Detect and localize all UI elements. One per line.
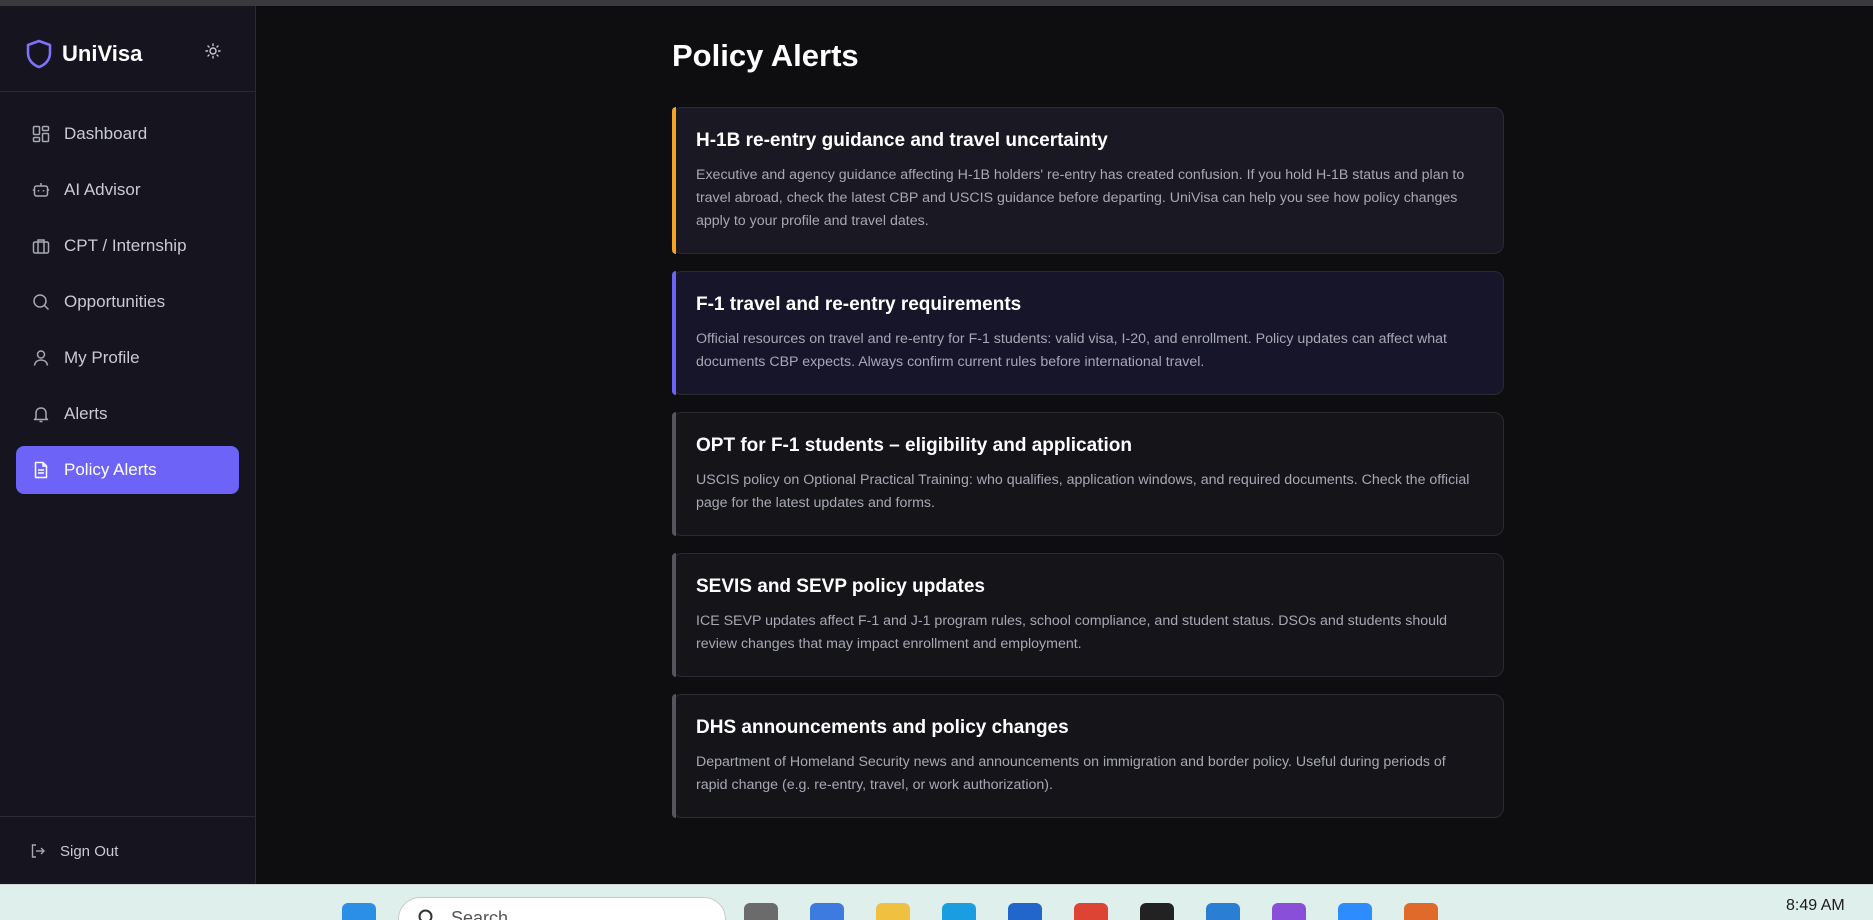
alert-body: Executive and agency guidance affecting … bbox=[696, 167, 1465, 229]
file-explorer-icon[interactable] bbox=[876, 903, 910, 920]
alert-title: F-1 travel and re-entry requirements bbox=[696, 294, 1022, 315]
notepad-icon[interactable] bbox=[1206, 903, 1240, 920]
sidebar-item-label: Opportunities bbox=[64, 292, 166, 311]
bell-icon bbox=[31, 404, 51, 424]
sidebar-item-label: AI Advisor bbox=[64, 180, 141, 199]
sidebar-item-label: Alerts bbox=[64, 404, 108, 423]
policy-alert-card[interactable]: SEVIS and SEVP policy updates ICE SEVP u… bbox=[672, 553, 1504, 677]
sign-out-icon bbox=[30, 842, 48, 860]
zoom-icon[interactable] bbox=[1338, 903, 1372, 920]
theme-toggle-button[interactable] bbox=[202, 40, 224, 62]
edge-browser-icon[interactable] bbox=[942, 903, 976, 920]
divider bbox=[0, 91, 255, 92]
policy-alert-list: H-1B re-entry guidance and travel uncert… bbox=[672, 107, 1504, 835]
task-view-icon[interactable] bbox=[744, 903, 778, 920]
sidebar-item-my-profile[interactable]: My Profile bbox=[16, 334, 239, 382]
sidebar-nav: Dashboard AI Advisor CPT / Internship Op… bbox=[16, 110, 239, 502]
page-title: Policy Alerts bbox=[672, 38, 859, 73]
alert-body: USCIS policy on Optional Practical Train… bbox=[696, 472, 1470, 511]
taskbar-search[interactable]: Search bbox=[398, 897, 726, 920]
alert-title: OPT for F-1 students – eligibility and a… bbox=[696, 435, 1132, 456]
policy-alert-card[interactable]: H-1B re-entry guidance and travel uncert… bbox=[672, 107, 1504, 254]
alert-body: ICE SEVP updates affect F-1 and J-1 prog… bbox=[696, 613, 1448, 652]
brand[interactable]: UniVisa bbox=[26, 34, 142, 74]
sidebar: UniVisa Dashboard AI Advisor CPT / Inter… bbox=[0, 6, 256, 884]
volume-icon[interactable] bbox=[1686, 907, 1708, 920]
wifi-icon[interactable] bbox=[1650, 907, 1672, 920]
copilot-icon[interactable] bbox=[810, 903, 844, 920]
battery-icon[interactable] bbox=[1722, 907, 1744, 920]
search-icon bbox=[417, 908, 437, 920]
alert-body: Official resources on travel and re-entr… bbox=[696, 331, 1447, 370]
notifications-off-icon[interactable] bbox=[1604, 907, 1626, 920]
policy-alert-card[interactable]: F-1 travel and re-entry requirements Off… bbox=[672, 271, 1504, 395]
user-icon bbox=[31, 348, 51, 368]
os-taskbar: Search 8:49 AM bbox=[0, 884, 1873, 920]
robot-icon bbox=[31, 180, 51, 200]
sidebar-item-label: Policy Alerts bbox=[64, 460, 157, 479]
store-icon[interactable] bbox=[1008, 903, 1042, 920]
chrome-browser-icon[interactable] bbox=[1074, 903, 1108, 920]
app-icon[interactable] bbox=[1272, 903, 1306, 920]
sun-icon bbox=[205, 43, 221, 59]
sign-out-label: Sign Out bbox=[60, 842, 119, 860]
sign-out-button[interactable]: Sign Out bbox=[30, 842, 118, 860]
sidebar-item-policy-alerts[interactable]: Policy Alerts bbox=[16, 446, 239, 494]
terminal-icon[interactable] bbox=[1140, 903, 1174, 920]
media-player-icon[interactable] bbox=[1404, 903, 1438, 920]
policy-alert-card[interactable]: DHS announcements and policy changes Dep… bbox=[672, 694, 1504, 818]
sidebar-item-dashboard[interactable]: Dashboard bbox=[16, 110, 239, 158]
policy-alert-card[interactable]: OPT for F-1 students – eligibility and a… bbox=[672, 412, 1504, 536]
sidebar-item-alerts[interactable]: Alerts bbox=[16, 390, 239, 438]
sidebar-item-opportunities[interactable]: Opportunities bbox=[16, 278, 239, 326]
sidebar-item-cpt-internship[interactable]: CPT / Internship bbox=[16, 222, 239, 270]
dashboard-icon bbox=[31, 124, 51, 144]
document-icon bbox=[31, 460, 51, 480]
sidebar-item-ai-advisor[interactable]: AI Advisor bbox=[16, 166, 239, 214]
briefcase-icon bbox=[31, 236, 51, 256]
alert-title: H-1B re-entry guidance and travel uncert… bbox=[696, 130, 1108, 151]
chevron-up-icon[interactable] bbox=[1558, 907, 1580, 920]
divider bbox=[0, 816, 255, 817]
sidebar-item-label: CPT / Internship bbox=[64, 236, 187, 255]
sidebar-item-label: Dashboard bbox=[64, 124, 148, 143]
search-icon bbox=[31, 292, 51, 312]
alert-title: SEVIS and SEVP policy updates bbox=[696, 576, 985, 597]
shield-icon bbox=[26, 39, 52, 69]
alert-title: DHS announcements and policy changes bbox=[696, 717, 1069, 738]
windows-start-icon[interactable] bbox=[342, 903, 376, 920]
taskbar-search-placeholder: Search bbox=[451, 908, 509, 920]
taskbar-clock[interactable]: 8:49 AM bbox=[1786, 897, 1845, 915]
brand-name: UniVisa bbox=[62, 41, 143, 66]
main-content: Policy Alerts H-1B re-entry guidance and… bbox=[256, 6, 1873, 884]
sidebar-item-label: My Profile bbox=[64, 348, 140, 367]
alert-body: Department of Homeland Security news and… bbox=[696, 754, 1446, 793]
